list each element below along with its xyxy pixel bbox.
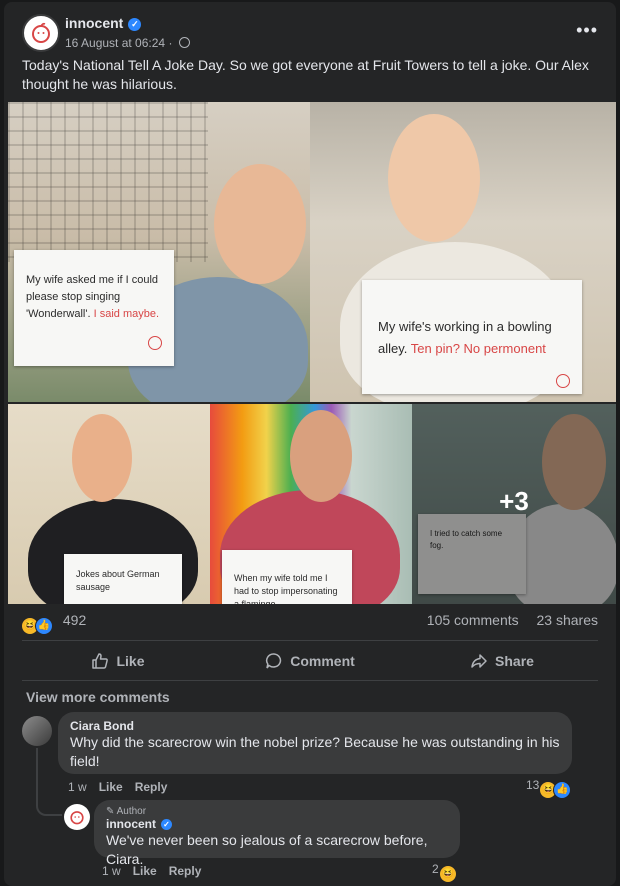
person-head bbox=[290, 410, 352, 502]
reply-reaction-count: 2 bbox=[432, 862, 439, 876]
innocent-logo-icon bbox=[70, 811, 84, 825]
comment-text: Why did the scarecrow win the nobel priz… bbox=[70, 734, 560, 769]
post-actions: Like Comment Share bbox=[22, 644, 598, 678]
sign-text: When my wife told me I had to stop imper… bbox=[234, 573, 338, 604]
divider bbox=[22, 640, 598, 641]
more-photos-overlay[interactable]: +3 bbox=[412, 404, 616, 604]
post-photo-1[interactable]: My wife asked me if I could please stop … bbox=[8, 102, 310, 402]
comment-bubble: Ciara Bond Why did the scarecrow win the… bbox=[58, 712, 572, 774]
verified-badge-icon: ✓ bbox=[161, 819, 172, 830]
more-photos-count: +3 bbox=[499, 485, 529, 516]
comment-reply-button[interactable]: Reply bbox=[135, 780, 168, 794]
shares-count[interactable]: 23 shares bbox=[537, 612, 598, 628]
comment-label: Comment bbox=[290, 653, 355, 669]
sign-punchline: Ten pin? No permonent bbox=[410, 341, 546, 356]
post-header: innocent ✓ 16 August at 06:24 · ••• bbox=[22, 14, 598, 58]
post-meta: 16 August at 06:24 · bbox=[65, 36, 190, 50]
share-button[interactable]: Share bbox=[406, 644, 598, 678]
haha-reaction-icon: 😆 bbox=[439, 866, 456, 882]
commenter-avatar[interactable] bbox=[22, 716, 52, 746]
post-card: innocent ✓ 16 August at 06:24 · ••• Today… bbox=[4, 2, 616, 886]
reply-time[interactable]: 1 w bbox=[102, 864, 121, 878]
reply-reactions[interactable]: 2 😆 bbox=[432, 862, 456, 882]
person-head bbox=[388, 114, 480, 242]
comment-reaction-count: 13 bbox=[526, 778, 540, 792]
joke-sign-3: Jokes about German sausage bbox=[64, 554, 182, 604]
innocent-logo-icon bbox=[32, 22, 50, 43]
reaction-count[interactable]: 492 bbox=[63, 612, 86, 628]
reply-author[interactable]: innocent bbox=[106, 817, 156, 831]
like-label: Like bbox=[116, 653, 145, 669]
comment-time[interactable]: 1 w bbox=[68, 780, 87, 794]
reply-bubble: ✎ Author innocent ✓ We've never been so j… bbox=[94, 800, 460, 867]
comment-reactions[interactable]: 13 😆 👍 bbox=[526, 778, 572, 799]
view-more-comments-link[interactable]: View more comments bbox=[26, 689, 170, 705]
comment-like-button[interactable]: Like bbox=[99, 780, 123, 794]
post-photo-3[interactable]: Jokes about German sausage bbox=[8, 404, 210, 604]
share-arrow-icon bbox=[471, 654, 487, 668]
author-badge: ✎ Author bbox=[106, 806, 147, 817]
comments-count[interactable]: 105 comments bbox=[427, 612, 519, 628]
page-avatar[interactable] bbox=[22, 14, 60, 52]
more-options-button[interactable]: ••• bbox=[576, 20, 598, 41]
innocent-logo-icon bbox=[556, 374, 570, 388]
reply-author-avatar[interactable] bbox=[64, 804, 90, 830]
reply-like-button[interactable]: Like bbox=[133, 864, 157, 878]
sign-text: Jokes about German sausage bbox=[76, 569, 160, 592]
innocent-logo-icon bbox=[148, 336, 162, 350]
comment-author[interactable]: Ciara Bond bbox=[70, 719, 560, 733]
person-head bbox=[214, 164, 306, 284]
comment-meta: 1 w Like Reply bbox=[68, 780, 167, 794]
post-photo-4[interactable]: When my wife told me I had to stop imper… bbox=[210, 404, 412, 604]
post-photo-5[interactable]: I tried to catch some fog. +3 bbox=[412, 404, 616, 604]
reply-thread-line bbox=[36, 748, 62, 816]
post-text: Today's National Tell A Joke Day. So we … bbox=[22, 57, 589, 92]
like-reaction-icon: 👍 bbox=[35, 617, 53, 635]
reply-reply-button[interactable]: Reply bbox=[169, 864, 202, 878]
share-label: Share bbox=[495, 653, 534, 669]
joke-sign-4: When my wife told me I had to stop imper… bbox=[222, 550, 352, 604]
divider bbox=[22, 680, 598, 681]
verified-badge-icon: ✓ bbox=[128, 18, 142, 31]
comment-bubble-icon bbox=[266, 653, 282, 669]
engagement-stats: 105 comments 23 shares bbox=[413, 612, 598, 628]
globe-icon bbox=[178, 37, 190, 48]
like-reaction-icon: 👍 bbox=[553, 781, 572, 799]
reactions-summary: 😆 👍 492 105 comments 23 shares bbox=[22, 612, 598, 636]
post-photo-2[interactable]: My wife's working in a bowling alley. Te… bbox=[310, 102, 616, 402]
sign-punchline: I said maybe. bbox=[93, 308, 160, 320]
joke-sign-1: My wife asked me if I could please stop … bbox=[14, 250, 174, 366]
joke-sign-2: My wife's working in a bowling alley. Te… bbox=[362, 280, 582, 394]
post-timestamp[interactable]: 16 August at 06:24 bbox=[65, 36, 165, 50]
comment-button[interactable]: Comment bbox=[214, 644, 406, 678]
page-name[interactable]: innocent bbox=[65, 15, 123, 31]
photo-wall-background bbox=[8, 102, 208, 262]
meta-separator: · bbox=[168, 36, 173, 50]
person-head bbox=[72, 414, 132, 502]
author-badge-label: Author bbox=[116, 806, 147, 817]
like-button[interactable]: Like bbox=[22, 644, 214, 678]
reply-meta: 1 w Like Reply bbox=[102, 864, 201, 878]
thumbs-up-icon bbox=[92, 653, 109, 669]
